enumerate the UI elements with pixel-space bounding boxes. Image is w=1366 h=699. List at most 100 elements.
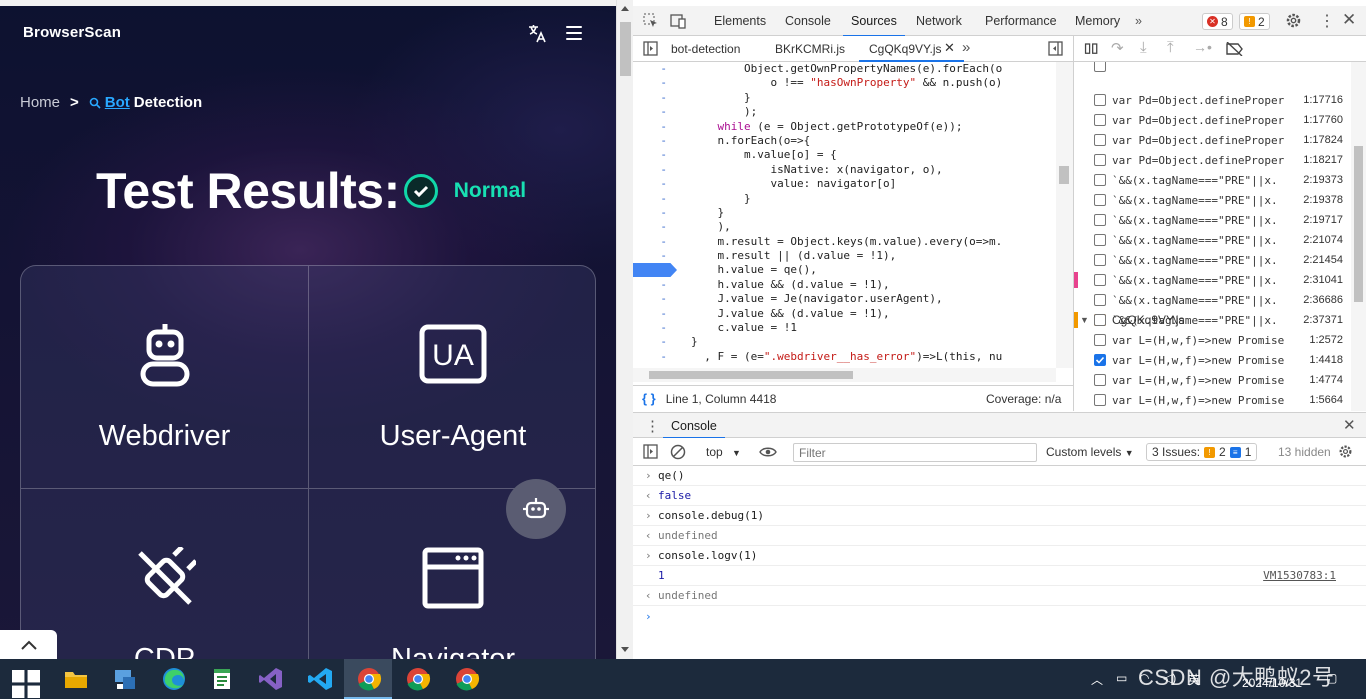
tab-memory[interactable]: Memory — [1075, 14, 1120, 28]
breakpoint-checkbox[interactable] — [1094, 94, 1106, 106]
tab-sources[interactable]: Sources — [843, 14, 905, 37]
breakpoint-item[interactable]: var L=(H,w,f)=>new Promise 1:2572 — [1074, 330, 1353, 350]
editor-horizontal-scrollbar[interactable] — [633, 368, 1056, 382]
more-tabs-icon[interactable]: » — [1135, 14, 1142, 28]
breakpoint-checkbox[interactable] — [1094, 334, 1106, 346]
close-devtools-icon[interactable]: ✕ — [1342, 10, 1356, 30]
toggle-navigator-icon[interactable] — [643, 41, 658, 56]
network-tool-icon[interactable] — [111, 665, 139, 693]
gutter-marker[interactable]: - — [633, 177, 683, 191]
gutter-marker[interactable]: - — [633, 192, 683, 206]
windows-start-icon[interactable] — [12, 670, 40, 698]
gutter-marker[interactable]: - — [633, 62, 683, 76]
translate-icon[interactable] — [527, 24, 547, 44]
page-scrollbar[interactable] — [616, 0, 633, 659]
drawer-menu-icon[interactable]: ⋮ — [645, 417, 660, 435]
cdp-card[interactable]: CDP — [21, 489, 309, 659]
breakpoint-checkbox[interactable] — [1094, 234, 1106, 246]
gutter-marker[interactable]: - — [633, 134, 683, 148]
kebab-menu-icon[interactable]: ⋮ — [1319, 11, 1335, 31]
gutter-marker[interactable]: - — [633, 91, 683, 105]
editor-vertical-scrollbar[interactable] — [1056, 62, 1073, 368]
breakpoint-item[interactable]: `&&(x.tagName==="PRE"||x. 2:19373 — [1074, 170, 1353, 190]
issues-button[interactable]: 3 Issues: ! 2 ≡ 1 — [1146, 443, 1258, 461]
step-icon[interactable]: →• — [1193, 39, 1212, 55]
breakpoint-marker[interactable] — [633, 263, 677, 277]
gutter-marker[interactable]: - — [633, 249, 683, 263]
log-levels-select[interactable]: Custom levels ▼ — [1046, 445, 1134, 459]
device-toolbar-icon[interactable] — [670, 13, 686, 29]
breakpoint-checkbox[interactable] — [1094, 114, 1106, 126]
inspect-element-icon[interactable] — [643, 13, 659, 29]
close-drawer-icon[interactable]: ✕ — [1343, 416, 1356, 434]
breakpoint-item[interactable]: `&&(x.tagName==="PRE"||x. 2:36686 — [1074, 290, 1353, 310]
line-gutter[interactable]: --------------------- — [633, 62, 683, 368]
edge-browser-icon[interactable] — [160, 665, 188, 693]
tab-network[interactable]: Network — [916, 14, 962, 28]
context-select[interactable]: top ▼ — [706, 445, 741, 459]
toggle-sidebar-icon[interactable] — [643, 444, 658, 459]
breakpoint-checkbox[interactable] — [1094, 374, 1106, 386]
breakpoint-item[interactable]: `&&(x.tagName==="PRE"||x. 2:21454 — [1074, 250, 1353, 270]
logo[interactable]: BrowserScan — [23, 24, 121, 41]
gutter-marker[interactable]: - — [633, 220, 683, 234]
breakpoint-checkbox[interactable] — [1094, 314, 1106, 326]
breakpoint-checkbox[interactable] — [1094, 134, 1106, 146]
console-input-prompt[interactable]: › — [633, 606, 1366, 626]
gutter-marker[interactable]: - — [633, 350, 683, 364]
webdriver-card[interactable]: Webdriver — [21, 266, 309, 489]
user-agent-card[interactable]: UA User-Agent — [309, 266, 595, 489]
breakpoint-item[interactable]: var L=(H,w,f)=>new Promise 1:4774 — [1074, 370, 1353, 390]
visual-studio-icon[interactable] — [257, 665, 285, 693]
breakpoint-checkbox[interactable] — [1094, 194, 1106, 206]
taskbar-date[interactable]: 2024/10/31 — [1242, 676, 1302, 690]
bot-assistant-button[interactable] — [506, 479, 566, 539]
clear-console-icon[interactable] — [670, 444, 686, 460]
console-output[interactable]: › qe() ‹ false › console.debug(1) ‹ undefined › c… — [633, 466, 1366, 659]
breakpoint-checkbox[interactable] — [1094, 62, 1106, 72]
console-settings-icon[interactable] — [1338, 444, 1353, 459]
breakpoint-checkbox[interactable] — [1094, 254, 1106, 266]
tab-performance[interactable]: Performance — [985, 14, 1057, 28]
console-source-link[interactable]: VM1530783:1 — [1263, 569, 1336, 582]
step-into-icon[interactable]: ⤓ — [1140, 39, 1147, 56]
breakpoint-item[interactable]: `&&(x.tagName==="PRE"||x. 2:19378 — [1074, 190, 1353, 210]
code-editor[interactable]: --------------------- Object.getOwnPrope… — [633, 62, 1073, 368]
gear-icon[interactable] — [1285, 12, 1302, 29]
drawer-tab-console[interactable]: Console — [663, 419, 725, 439]
pretty-print-icon[interactable]: { } — [642, 391, 656, 406]
breakpoint-checkbox[interactable] — [1094, 214, 1106, 226]
breakpoint-checkbox[interactable] — [1094, 294, 1106, 306]
notepad-icon[interactable] — [208, 665, 236, 693]
step-over-icon[interactable]: ↷ — [1111, 39, 1124, 57]
breakpoint-checkbox[interactable] — [1094, 394, 1106, 406]
file-tab-bkrkcmri[interactable]: BKrKCMRi.js — [775, 42, 845, 56]
gutter-marker[interactable]: - — [633, 292, 683, 306]
breakpoint-item[interactable]: var Pd=Object.defineProper 1:17716 — [1074, 90, 1353, 110]
chevron-up-icon[interactable]: ︿ — [1091, 671, 1103, 688]
breakpoint-item[interactable]: `&&(x.tagName==="PRE"||x. 2:21074 — [1074, 230, 1353, 250]
battery-icon[interactable]: ▭ — [1116, 671, 1127, 685]
gutter-marker[interactable]: - — [633, 148, 683, 162]
scroll-to-top-button[interactable] — [0, 630, 57, 659]
hamburger-menu-icon[interactable] — [566, 26, 582, 40]
file-tab-cgqkq9vy[interactable]: CgQKq9VY.js — [859, 42, 963, 62]
breakpoint-checkbox[interactable] — [1094, 354, 1106, 366]
error-count-badge[interactable]: ✕ 8 — [1202, 13, 1233, 30]
file-explorer-icon[interactable] — [62, 665, 90, 693]
step-out-icon[interactable]: ⤒ — [1167, 39, 1174, 56]
breakpoint-item[interactable]: `&&(x.tagName==="PRE"||x. 2:19717 — [1074, 210, 1353, 230]
tab-elements[interactable]: Elements — [714, 14, 766, 28]
breakpoints-scrollbar[interactable] — [1351, 62, 1366, 411]
console-filter-input[interactable] — [793, 443, 1037, 462]
vscode-icon[interactable] — [306, 665, 334, 693]
breakpoint-item[interactable]: var Pd=Object.defineProper 1:18217 — [1074, 150, 1353, 170]
breakpoint-item[interactable] — [1074, 62, 1353, 76]
gutter-marker[interactable]: - — [633, 105, 683, 119]
breakpoint-item[interactable]: var Pd=Object.defineProper 1:17760 — [1074, 110, 1353, 130]
eye-icon[interactable] — [759, 446, 777, 458]
breakpoint-item[interactable]: `&&(x.tagName==="PRE"||x. 2:31041 — [1074, 270, 1353, 290]
gutter-marker[interactable]: - — [633, 163, 683, 177]
breakpoint-checkbox[interactable] — [1094, 174, 1106, 186]
gutter-marker[interactable]: - — [633, 335, 683, 349]
